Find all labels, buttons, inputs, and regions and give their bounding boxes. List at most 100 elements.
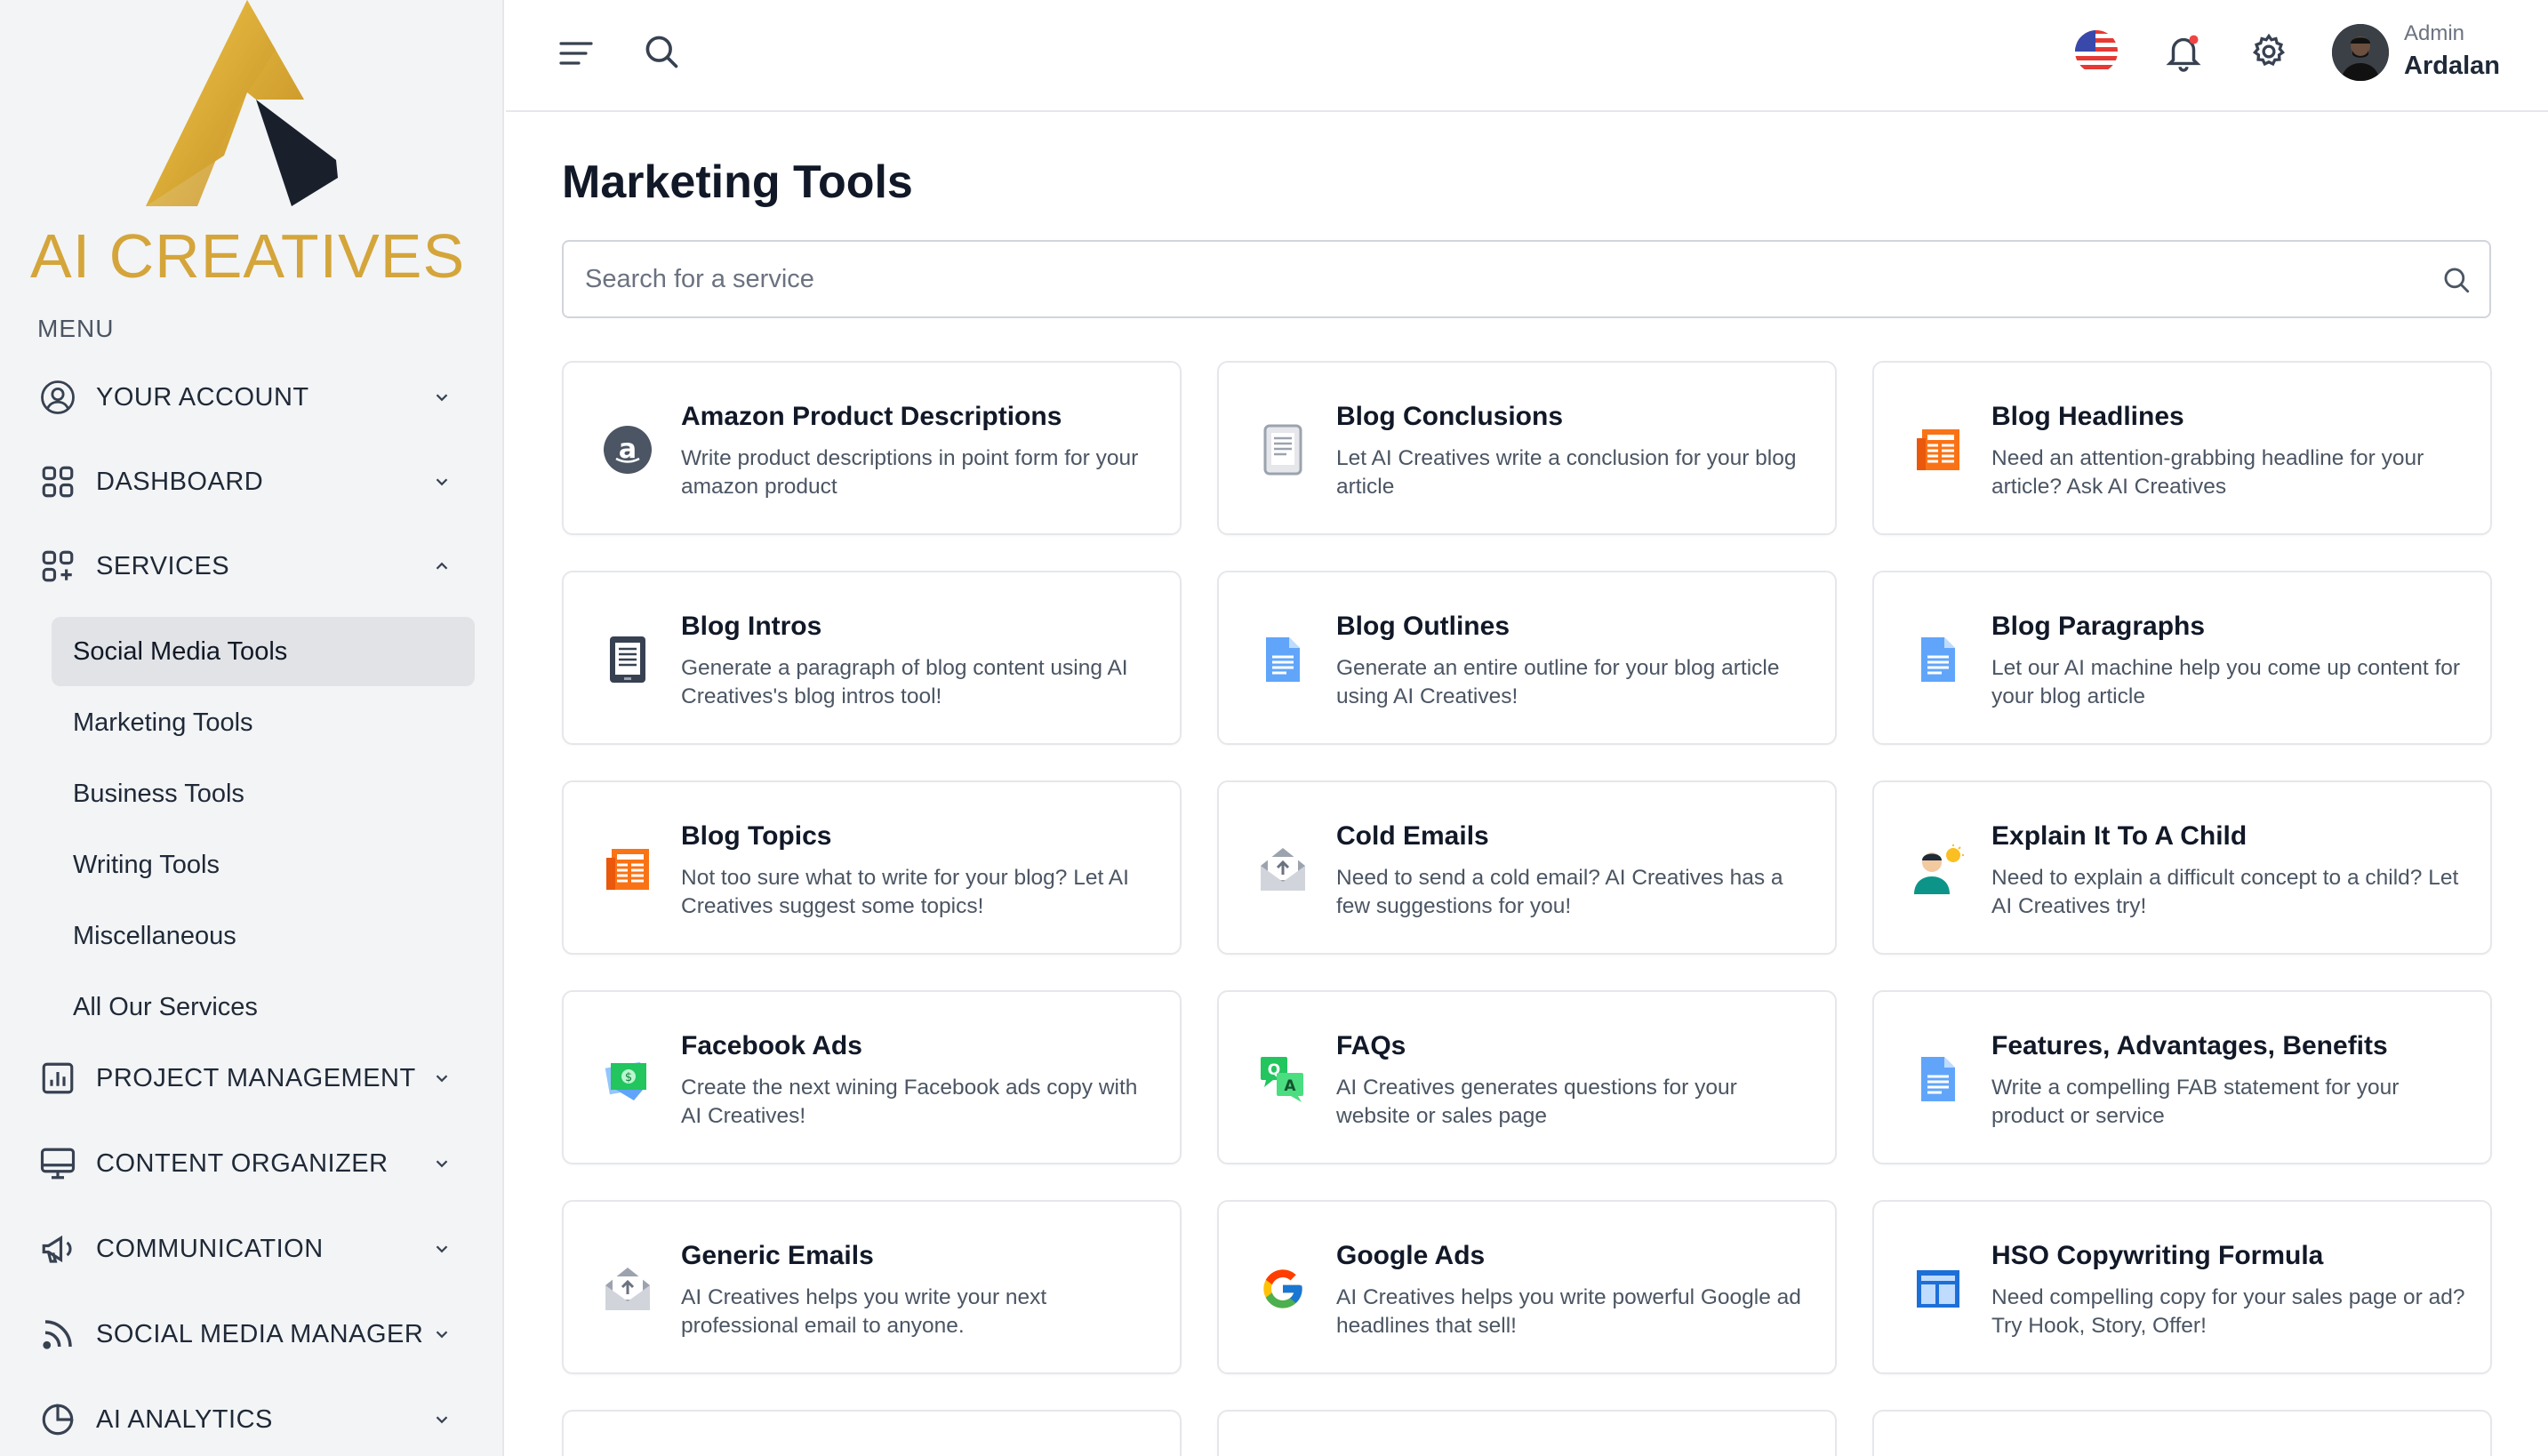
sidebar-item-label: PROJECT MANAGEMENT — [96, 1063, 416, 1092]
sidebar: AI CREATIVES MENU YOUR ACCOUNT DASHBOARD… — [0, 0, 504, 1456]
sidebar-item-services[interactable]: SERVICES — [37, 535, 455, 597]
card-description: Generate a paragraph of blog content usi… — [681, 656, 1128, 708]
card-title: Blog Conclusions — [1336, 402, 1563, 431]
header-search-button[interactable] — [638, 28, 685, 75]
menu-heading: MENU — [37, 315, 115, 342]
card-title: Amazon Product Descriptions — [681, 402, 1062, 431]
ai-creatives-logo-mark — [146, 0, 338, 206]
card-title: Google Ads — [1336, 1241, 1486, 1270]
card-description: Create the next wining Facebook ads copy… — [681, 1076, 1138, 1128]
person-idea-icon — [1911, 843, 1965, 896]
chevron-down-icon — [429, 1150, 455, 1177]
card-title: Facebook Ads — [681, 1031, 862, 1060]
google-icon — [1256, 1262, 1310, 1316]
sidebar-item-social-media-manager[interactable]: SOCIAL MEDIA MANAGER — [37, 1303, 455, 1365]
grid-icon — [37, 461, 78, 502]
card-title: Features, Advantages, Benefits — [1991, 1031, 2388, 1060]
sidebar-subitem-miscellaneous[interactable]: Miscellaneous — [52, 901, 475, 971]
chevron-down-icon — [429, 1321, 455, 1348]
card-title: Blog Topics — [681, 821, 832, 851]
service-card-amazon-product-descriptions[interactable]: a Amazon Product Descriptions Write prod… — [562, 361, 1182, 535]
service-card-cold-emails[interactable]: Cold Emails Need to send a cold email? A… — [1217, 780, 1837, 955]
service-card-partial[interactable] — [1217, 1410, 1837, 1456]
menu-icon — [559, 42, 593, 65]
rss-icon — [37, 1314, 78, 1355]
sidebar-item-label: CONTENT ORGANIZER — [96, 1148, 389, 1178]
service-card-blog-conclusions[interactable]: Blog Conclusions Let AI Creatives write … — [1217, 361, 1837, 535]
service-card-blog-intros[interactable]: Blog Intros Generate a paragraph of blog… — [562, 571, 1182, 745]
sidebar-item-dashboard[interactable]: DASHBOARD — [37, 451, 455, 513]
sidebar-item-label: SOCIAL MEDIA MANAGER — [96, 1319, 424, 1348]
service-search-input[interactable] — [585, 242, 2434, 316]
sidebar-subitem-all-our-services[interactable]: All Our Services — [52, 972, 475, 1042]
card-description: Generate an entire outline for your blog… — [1336, 656, 1780, 708]
search-icon — [645, 36, 678, 68]
service-search — [562, 240, 2491, 318]
card-title: Blog Intros — [681, 612, 822, 641]
mail-open-icon — [1256, 843, 1310, 896]
menu-toggle-button[interactable] — [553, 32, 599, 75]
settings-button[interactable] — [2246, 28, 2292, 75]
card-description: Not too sure what to write for your blog… — [681, 866, 1129, 918]
service-card-hso-copywriting-formula[interactable]: HSO Copywriting Formula Need compelling … — [1872, 1200, 2492, 1374]
service-card-blog-topics[interactable]: Blog Topics Not too sure what to write f… — [562, 780, 1182, 955]
card-title: Cold Emails — [1336, 821, 1489, 851]
us-flag-icon — [2075, 30, 2118, 73]
user-name[interactable]: Ardalan — [2404, 52, 2500, 81]
service-card-partial[interactable] — [1872, 1410, 2492, 1456]
sidebar-item-content-organizer[interactable]: CONTENT ORGANIZER — [37, 1132, 455, 1195]
chevron-down-icon — [429, 1065, 455, 1092]
service-card-facebook-ads[interactable]: $ Facebook Ads Create the next wining Fa… — [562, 990, 1182, 1164]
card-description: Need to explain a difficult concept to a… — [1991, 866, 2459, 918]
card-title: Blog Headlines — [1991, 402, 2184, 431]
sidebar-subitem-business-tools[interactable]: Business Tools — [52, 759, 475, 828]
sidebar-subitem-social-media-tools[interactable]: Social Media Tools — [52, 617, 475, 686]
avatar[interactable] — [2332, 24, 2389, 81]
card-title: Generic Emails — [681, 1241, 874, 1270]
language-selector-button[interactable] — [2073, 28, 2119, 75]
sidebar-item-ai-analytics[interactable]: AI ANALYTICS — [37, 1388, 455, 1451]
chevron-down-icon — [429, 384, 455, 411]
card-title: HSO Copywriting Formula — [1991, 1241, 2324, 1270]
service-card-blog-headlines[interactable]: Blog Headlines Need an attention-grabbin… — [1872, 361, 2492, 535]
document-blue-icon — [1911, 633, 1965, 686]
service-card-generic-emails[interactable]: Generic Emails AI Creatives helps you wr… — [562, 1200, 1182, 1374]
brand-name: AI CREATIVES — [30, 221, 466, 291]
service-card-blog-paragraphs[interactable]: Blog Paragraphs Let our AI machine help … — [1872, 571, 2492, 745]
card-description: Let AI Creatives write a conclusion for … — [1336, 446, 1797, 499]
money-ad-icon: $ — [601, 1052, 654, 1106]
qa-icon: QA — [1256, 1052, 1310, 1106]
card-description: Let our AI machine help you come up cont… — [1991, 656, 2461, 708]
sidebar-item-label: AI ANALYTICS — [96, 1404, 273, 1434]
service-card-faqs[interactable]: QA FAQs AI Creatives generates questions… — [1217, 990, 1837, 1164]
card-description: Write a compelling FAB statement for you… — [1991, 1076, 2400, 1128]
sidebar-item-communication[interactable]: COMMUNICATION — [37, 1218, 455, 1280]
top-header — [506, 0, 2548, 112]
sidebar-item-label: YOUR ACCOUNT — [96, 382, 309, 412]
service-card-blog-outlines[interactable]: Blog Outlines Generate an entire outline… — [1217, 571, 1837, 745]
newspaper-icon — [1911, 423, 1965, 476]
layout-icon — [1911, 1262, 1965, 1316]
service-card-explain-it-to-a-child[interactable]: Explain It To A Child Need to explain a … — [1872, 780, 2492, 955]
notifications-button[interactable] — [2160, 28, 2207, 75]
svg-text:A: A — [1284, 1077, 1296, 1095]
service-card-features-advantages-benefits[interactable]: Features, Advantages, Benefits Write a c… — [1872, 990, 2492, 1164]
card-title: Explain It To A Child — [1991, 821, 2248, 851]
card-title: FAQs — [1336, 1031, 1406, 1060]
user-role: Admin — [2404, 21, 2465, 45]
sidebar-item-your-account[interactable]: YOUR ACCOUNT — [37, 366, 455, 428]
search-icon[interactable] — [2441, 265, 2472, 295]
sidebar-item-label: COMMUNICATION — [96, 1234, 324, 1263]
monitor-icon — [37, 1143, 78, 1184]
service-card-partial[interactable] — [562, 1410, 1182, 1456]
sidebar-item-project-management[interactable]: PROJECT MANAGEMENT — [37, 1047, 455, 1109]
sidebar-subitem-marketing-tools[interactable]: Marketing Tools — [52, 688, 475, 757]
sidebar-item-label: DASHBOARD — [96, 467, 264, 496]
card-description: Need an attention-grabbing headline for … — [1991, 446, 2424, 499]
service-card-google-ads[interactable]: Google Ads AI Creatives helps you write … — [1217, 1200, 1837, 1374]
grid-plus-icon — [37, 546, 78, 587]
card-description: Need to send a cold email? AI Creatives … — [1336, 866, 1783, 918]
card-description: AI Creatives generates questions for you… — [1336, 1076, 1737, 1128]
gear-icon — [2253, 33, 2285, 67]
sidebar-subitem-writing-tools[interactable]: Writing Tools — [52, 830, 475, 900]
